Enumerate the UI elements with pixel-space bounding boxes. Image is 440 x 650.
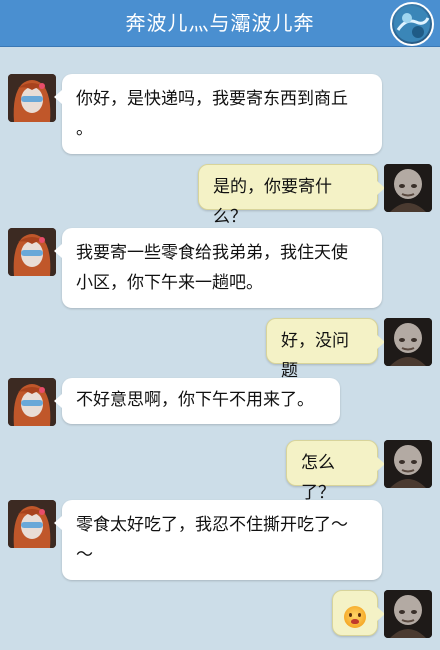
girl-avatar[interactable] bbox=[8, 228, 56, 276]
shocked-face-emoji bbox=[344, 606, 366, 628]
monk-avatar-image bbox=[384, 318, 432, 366]
message-text-line: 是的，你要寄什么？ bbox=[213, 177, 332, 227]
girl-avatar[interactable] bbox=[8, 500, 56, 548]
message-list[interactable]: 你好，是快递吗，我要寄东西到商丘 。 是的，你要寄什么？ 我要寄一些零食给我弟弟… bbox=[0, 46, 440, 650]
outgoing-message-bubble[interactable]: 是的，你要寄什么？ bbox=[198, 164, 385, 227]
message-text-line: 零食太好吃了，我忍不住撕开吃了～ bbox=[76, 515, 348, 535]
chat-title: 奔波儿灬与灞波儿奔 bbox=[125, 11, 315, 35]
outgoing-message-bubble[interactable]: 怎么了？ bbox=[286, 440, 385, 503]
girl-avatar[interactable] bbox=[8, 74, 56, 122]
monk-avatar-image bbox=[384, 440, 432, 488]
girl-avatar-image bbox=[8, 228, 56, 276]
monk-avatar[interactable] bbox=[384, 440, 432, 488]
outgoing-message-bubble[interactable]: 好，没问题 bbox=[266, 318, 385, 381]
incoming-message-bubble[interactable]: 不好意思啊，你下午不用来了。 bbox=[54, 378, 340, 424]
monk-avatar[interactable] bbox=[384, 164, 432, 212]
girl-avatar-image bbox=[8, 74, 56, 122]
message-text-line: ～ bbox=[76, 545, 93, 565]
girl-avatar-image bbox=[8, 378, 56, 426]
monk-avatar-image bbox=[384, 590, 432, 638]
message-text-line: 不好意思啊，你下午不用来了。 bbox=[76, 390, 314, 410]
monk-avatar-image bbox=[384, 164, 432, 212]
message-text-line: 怎么了？ bbox=[301, 453, 335, 503]
monk-avatar[interactable] bbox=[384, 590, 432, 638]
monk-avatar[interactable] bbox=[384, 318, 432, 366]
outgoing-message-bubble[interactable] bbox=[332, 590, 385, 636]
girl-avatar[interactable] bbox=[8, 378, 56, 426]
message-text-line: 小区，你下午来一趟吧。 bbox=[76, 273, 263, 293]
message-text-line: 我要寄一些零食给我弟弟，我住天使 bbox=[76, 243, 348, 263]
title-bar: 奔波儿灬与灞波儿奔 bbox=[0, 0, 440, 47]
incoming-message-bubble[interactable]: 我要寄一些零食给我弟弟，我住天使 小区，你下午来一趟吧。 bbox=[54, 228, 382, 308]
incoming-message-bubble[interactable]: 你好，是快递吗，我要寄东西到商丘 。 bbox=[54, 74, 382, 154]
contact-avatar-image bbox=[394, 6, 430, 42]
contact-avatar[interactable] bbox=[390, 2, 434, 46]
incoming-message-bubble[interactable]: 零食太好吃了，我忍不住撕开吃了～ ～ bbox=[54, 500, 382, 580]
message-text-line: 你好，是快递吗，我要寄东西到商丘 bbox=[76, 89, 348, 109]
message-text-line: 。 bbox=[76, 119, 93, 139]
girl-avatar-image bbox=[8, 500, 56, 548]
message-text-line: 好，没问题 bbox=[281, 331, 349, 381]
